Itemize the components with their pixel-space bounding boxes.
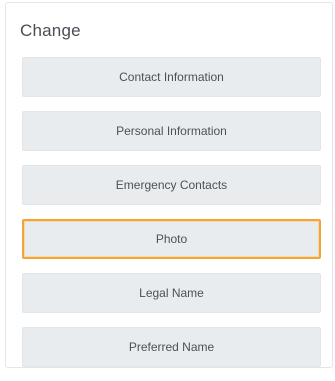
emergency-contacts-button[interactable]: Emergency Contacts xyxy=(22,165,321,205)
change-panel: Change Contact Information Personal Info… xyxy=(5,2,333,368)
panel-title: Change xyxy=(20,21,81,40)
change-options-list: Contact Information Personal Information… xyxy=(22,57,321,381)
photo-button[interactable]: Photo xyxy=(22,219,321,259)
legal-name-button[interactable]: Legal Name xyxy=(22,273,321,313)
preferred-name-button[interactable]: Preferred Name xyxy=(22,327,321,367)
contact-information-button[interactable]: Contact Information xyxy=(22,57,321,97)
personal-information-button[interactable]: Personal Information xyxy=(22,111,321,151)
